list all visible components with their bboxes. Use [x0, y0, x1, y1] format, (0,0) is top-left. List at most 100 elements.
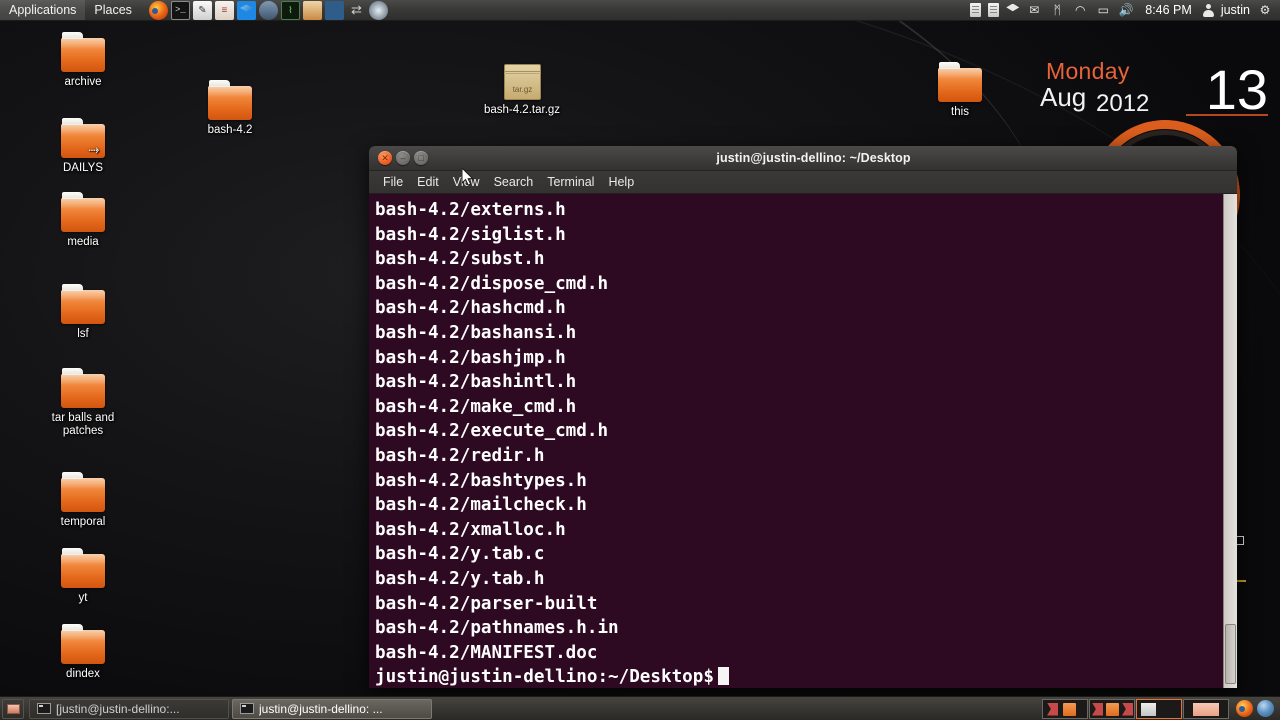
- terminal-titlebar[interactable]: ✕ – □ justin@justin-dellino: ~/Desktop: [369, 146, 1237, 171]
- terminal-menubar[interactable]: File Edit View Search Terminal Help: [369, 171, 1237, 194]
- desktop-icon-label: yt: [78, 592, 88, 604]
- folder-icon: [206, 80, 254, 122]
- document-icon[interactable]: [988, 3, 1000, 17]
- user-name-label[interactable]: justin: [1221, 3, 1250, 17]
- document-icon[interactable]: [970, 3, 982, 17]
- folder-icon: [59, 32, 107, 74]
- terminal-line: bash-4.2/pathnames.h.in: [375, 618, 619, 639]
- desktop-icon-yt[interactable]: yt: [37, 548, 129, 605]
- screenshot-icon[interactable]: [324, 0, 344, 20]
- terminal-line: bash-4.2/y.tab.h: [375, 568, 545, 589]
- maximize-button[interactable]: □: [414, 151, 428, 165]
- desktop-icon-label: temporal: [60, 516, 106, 528]
- task-button[interactable]: justin@justin-dellino: ...: [232, 698, 432, 719]
- system-tray: ✉ ᛗ ◠ ▭ 🔊 8:46 PM justin ⚙: [970, 2, 1280, 18]
- desktop-icon-media[interactable]: media: [37, 192, 129, 249]
- desktop-icon-label: dindex: [66, 668, 100, 680]
- terminal-line: bash-4.2/externs.h: [375, 200, 566, 220]
- scrollbar-thumb[interactable]: [1225, 624, 1236, 684]
- desktop-icon-bash-4-2-tar-gz[interactable]: tar.gz bash-4.2.tar.gz: [476, 60, 568, 117]
- terminal-line: bash-4.2/dispose_cmd.h: [375, 273, 609, 294]
- firefox-icon[interactable]: [1236, 700, 1253, 717]
- top-panel[interactable]: Applications Places >_ ✎ ≡ ⌇ ⇄ ✉ ᛗ ◠ ▭ 🔊…: [0, 0, 1280, 21]
- terminal-line: bash-4.2/hashcmd.h: [375, 298, 566, 319]
- desktop-icon-dailys[interactable]: ⤑ DAILYS: [37, 118, 129, 175]
- window-list: [justin@justin-dellino:... justin@justin…: [29, 698, 432, 719]
- terminal-line: bash-4.2/execute_cmd.h: [375, 421, 609, 442]
- terminal-line: bash-4.2/bashansi.h: [375, 322, 577, 343]
- dropbox-icon[interactable]: [1006, 3, 1020, 12]
- desktop-icon-label: lsf: [77, 328, 89, 340]
- menu-item-view[interactable]: View: [446, 172, 487, 193]
- clock-label[interactable]: 8:46 PM: [1141, 3, 1196, 17]
- folder-icon: [59, 368, 107, 410]
- desktop-icon-bash-4-2[interactable]: bash-4.2: [184, 80, 276, 137]
- dropbox-icon[interactable]: [236, 0, 256, 20]
- cloud-icon[interactable]: [258, 0, 278, 20]
- folder-link-icon: ⤑: [59, 118, 107, 160]
- folder-icon: [59, 284, 107, 326]
- terminal-output-area[interactable]: bash-4.2/externs.h bash-4.2/siglist.h bash…: [369, 194, 1237, 688]
- menu-item-edit[interactable]: Edit: [410, 172, 446, 193]
- battery-icon[interactable]: ▭: [1095, 2, 1111, 18]
- bottom-tray: [1236, 700, 1280, 717]
- terminal-line: bash-4.2/redir.h: [375, 445, 545, 466]
- mail-icon[interactable]: ✉: [1026, 2, 1042, 18]
- desktop-icon-label: DAILYS: [62, 162, 104, 174]
- text-editor-icon[interactable]: ✎: [192, 0, 212, 20]
- bottom-panel[interactable]: [justin@justin-dellino:... justin@justin…: [0, 696, 1280, 720]
- terminal-icon[interactable]: >_: [170, 0, 190, 20]
- disc-icon[interactable]: [368, 0, 388, 20]
- workspace-1[interactable]: [1042, 698, 1088, 719]
- terminal-scrollbar[interactable]: [1223, 194, 1237, 688]
- close-button[interactable]: ✕: [378, 151, 392, 165]
- desktop-icon-tar-balls-and-patches[interactable]: tar balls and patches: [37, 368, 129, 438]
- user-avatar-icon[interactable]: [1202, 3, 1214, 17]
- terminal-line: bash-4.2/bashjmp.h: [375, 347, 566, 368]
- terminal-line: bash-4.2/MANIFEST.doc: [375, 642, 598, 663]
- desktop-icon-lsf[interactable]: lsf: [37, 284, 129, 341]
- terminal-line: bash-4.2/siglist.h: [375, 224, 566, 245]
- terminal-cursor: [717, 667, 729, 686]
- firefox-icon[interactable]: [148, 0, 168, 20]
- terminal-line: bash-4.2/y.tab.c: [375, 544, 545, 565]
- volume-icon[interactable]: 🔊: [1118, 2, 1134, 18]
- browser-globe-icon[interactable]: [1257, 700, 1274, 717]
- folder-icon: [59, 472, 107, 514]
- system-monitor-icon[interactable]: ⌇: [280, 0, 300, 20]
- workspace-3[interactable]: [1136, 698, 1182, 719]
- folder-icon: [59, 192, 107, 234]
- desktop-icon-this[interactable]: this: [914, 62, 1006, 119]
- workspace-4[interactable]: [1183, 698, 1229, 719]
- terminal-window[interactable]: ✕ – □ justin@justin-dellino: ~/Desktop F…: [369, 146, 1237, 688]
- task-button[interactable]: [justin@justin-dellino:...: [29, 698, 229, 719]
- menu-item-terminal[interactable]: Terminal: [540, 172, 601, 193]
- menu-item-file[interactable]: File: [376, 172, 410, 193]
- document-icon[interactable]: ≡: [214, 0, 234, 20]
- desktop-icon-temporal[interactable]: temporal: [37, 472, 129, 529]
- menu-places[interactable]: Places: [85, 0, 141, 20]
- show-desktop-button[interactable]: [2, 698, 24, 719]
- symlink-arrow-icon: ⤑: [88, 141, 100, 157]
- desktop-icon-label: this: [951, 106, 969, 118]
- menu-item-search[interactable]: Search: [487, 172, 541, 193]
- network-icon[interactable]: ⇄: [347, 1, 366, 20]
- show-desktop-icon: [6, 703, 20, 714]
- menu-applications[interactable]: Applications: [0, 0, 86, 20]
- terminal-line: bash-4.2/bashintl.h: [375, 372, 577, 393]
- terminal-line: bash-4.2/make_cmd.h: [375, 396, 577, 417]
- menu-item-help[interactable]: Help: [601, 172, 641, 193]
- workspace-switcher[interactable]: [1042, 698, 1230, 720]
- archive-package-icon: tar.gz: [498, 60, 546, 102]
- power-gear-icon[interactable]: ⚙: [1257, 2, 1273, 18]
- terminal-line: bash-4.2/subst.h: [375, 249, 545, 270]
- workspace-2[interactable]: [1089, 698, 1135, 719]
- desktop-icon-dindex[interactable]: dindex: [37, 624, 129, 681]
- terminal-line: bash-4.2/mailcheck.h: [375, 495, 587, 516]
- desktop-icon-archive[interactable]: archive: [37, 32, 129, 89]
- wifi-icon[interactable]: ◠: [1072, 2, 1088, 18]
- minimize-button[interactable]: –: [396, 151, 410, 165]
- bluetooth-icon[interactable]: ᛗ: [1049, 2, 1065, 18]
- desktop-icon-label: archive: [64, 76, 102, 88]
- image-viewer-icon[interactable]: [302, 0, 322, 20]
